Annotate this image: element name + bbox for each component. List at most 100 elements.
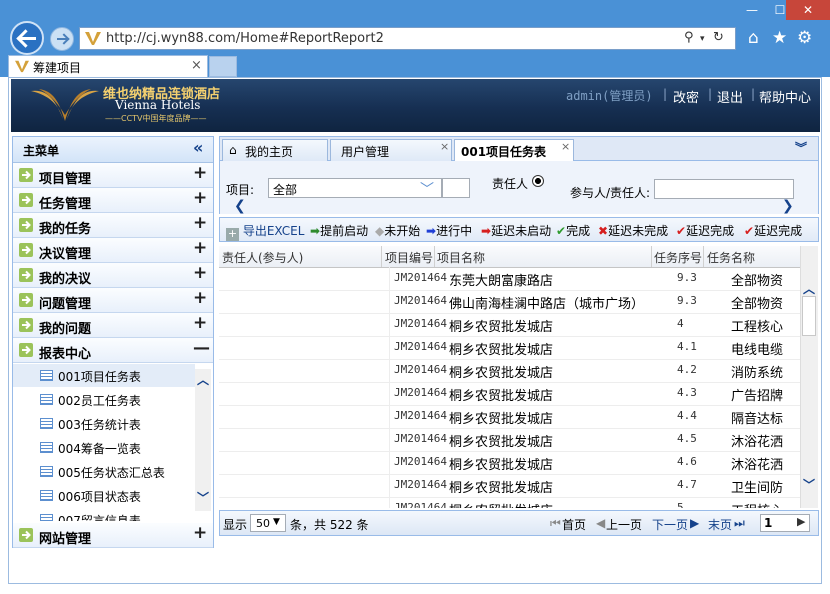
expand-toggle[interactable]: + — [193, 163, 207, 183]
sidebar-item[interactable]: 我的任务 + — [13, 213, 213, 238]
cell-project-code: JM201464 — [394, 386, 447, 399]
sidebar-item[interactable]: 项目管理 + — [13, 163, 213, 188]
submenu-item[interactable]: 003任务统计表 — [13, 412, 195, 435]
table-row[interactable]: JM201464 佛山南海桂澜中路店（城市广场） 9.3 全部物资 — [219, 290, 800, 314]
dropdown-icon[interactable]: ▾ — [700, 34, 705, 44]
submenu-item[interactable]: 001项目任务表 — [13, 364, 195, 387]
cell-project-code: JM201464 — [394, 501, 447, 508]
submenu-item[interactable]: 002员工任务表 — [13, 388, 195, 411]
scroll-down-icon[interactable]: ﹀ — [197, 489, 209, 506]
status-label: 延迟未完成 — [608, 224, 669, 238]
tab-list-dropdown-icon[interactable]: ︾ — [795, 139, 807, 156]
back-button[interactable] — [10, 21, 44, 55]
tab-user-management[interactable]: 用户管理 × — [330, 139, 452, 161]
scroll-up-icon[interactable]: ︿ — [197, 371, 209, 388]
change-password-link[interactable]: 改密 — [673, 87, 699, 106]
expand-toggle[interactable]: + — [193, 263, 207, 283]
status-legend-item: ✔延迟完成 — [676, 222, 734, 239]
go-page-icon[interactable]: ▶ — [797, 515, 805, 528]
grid-scrollbar[interactable]: ︿ ﹀ — [800, 246, 818, 508]
expand-toggle[interactable]: — — [193, 338, 210, 358]
page-number-input[interactable]: 1 ▶ — [760, 514, 810, 532]
tab-close-icon[interactable]: × — [440, 140, 449, 153]
table-row[interactable]: JM201464 桐乡农贸批发城店 4 工程核心 — [219, 313, 800, 337]
scroll-right-icon[interactable]: ❯ — [782, 198, 794, 214]
submenu-item[interactable]: 007留言信息表 — [13, 508, 195, 521]
scroll-up-icon[interactable]: ︿ — [803, 280, 815, 297]
tab-my-home[interactable]: ⌂ 我的主页 — [222, 139, 328, 161]
column-header-task-seq[interactable]: 任务序号 — [654, 249, 702, 266]
submenu-item-label: 001项目任务表 — [58, 370, 141, 384]
minimize-button[interactable]: — — [738, 0, 766, 20]
table-row[interactable]: JM201464 桐乡农贸批发城店 4.6 沐浴花洒 — [219, 451, 800, 475]
browser-tab[interactable]: 筹建项目 × — [8, 55, 208, 77]
expand-toggle[interactable]: + — [193, 238, 207, 258]
expand-toggle[interactable]: + — [193, 313, 207, 333]
logout-link[interactable]: 退出 — [717, 87, 743, 106]
export-excel-button[interactable]: + 导出EXCEL — [226, 222, 304, 241]
sidebar-item[interactable]: 我的问题 + — [13, 313, 213, 338]
column-header-project-name[interactable]: 项目名称 — [437, 249, 485, 266]
tab-close-button[interactable]: × — [191, 58, 202, 73]
expand-toggle[interactable]: + — [193, 288, 207, 308]
favorites-icon[interactable]: ★ — [772, 28, 787, 48]
page-size-select[interactable]: 50 ▼ — [250, 514, 286, 532]
responsible-radio[interactable] — [532, 175, 544, 187]
table-row[interactable]: JM201464 东莞大朗富康路店 9.3 全部物资 — [219, 267, 800, 291]
sidebar-item[interactable]: 报表中心 — — [13, 338, 213, 363]
submenu-item[interactable]: 005任务状态汇总表 — [13, 460, 195, 483]
search-icon[interactable]: ⚲ — [684, 30, 694, 45]
close-window-button[interactable]: ✕ — [786, 0, 830, 20]
submenu-item[interactable]: 004筹备一览表 — [13, 436, 195, 459]
submenu-scrollbar[interactable]: ︿ ﹀ — [195, 369, 211, 511]
help-center-link[interactable]: 帮助中心 — [759, 87, 811, 106]
address-bar[interactable]: http://cj.wyn88.com/Home#ReportReport2 ⚲… — [79, 27, 736, 50]
column-header-project-code[interactable]: 项目编号 — [385, 249, 433, 266]
table-row[interactable]: JM201464 桐乡农贸批发城店 4.7 卫生间防 — [219, 474, 800, 498]
first-page-button[interactable]: 首页 — [562, 516, 586, 533]
scrollbar-thumb[interactable] — [802, 296, 816, 336]
scroll-left-icon[interactable]: ❮ — [234, 198, 246, 214]
status-legend-item: ➡延迟未启动 — [481, 222, 551, 239]
last-page-button[interactable]: 末页 — [708, 516, 732, 533]
tab-project-task-report[interactable]: 001项目任务表 × — [454, 139, 574, 161]
table-row[interactable]: JM201464 桐乡农贸批发城店 4.3 广告招牌 — [219, 382, 800, 406]
last-page-icon[interactable]: ⏭ — [734, 516, 745, 531]
sidebar-item[interactable]: 我的决议 + — [13, 263, 213, 288]
column-header-responsible[interactable]: 责任人(参与人) — [222, 249, 303, 266]
prev-page-button[interactable]: 上一页 — [606, 516, 642, 533]
new-tab-button[interactable] — [209, 56, 237, 77]
menu-arrow-icon — [19, 243, 33, 257]
table-row[interactable]: JM201464 桐乡农贸批发城店 4.1 电线电缆 — [219, 336, 800, 360]
sidebar-item[interactable]: 任务管理 + — [13, 188, 213, 213]
home-icon[interactable]: ⌂ — [748, 28, 759, 48]
expand-toggle[interactable]: + — [193, 523, 207, 543]
cell-project-name: 佛山南海桂澜中路店（城市广场） — [449, 297, 645, 312]
submenu-item[interactable]: 006项目状态表 — [13, 484, 195, 507]
sidebar-item[interactable]: 决议管理 + — [13, 238, 213, 263]
table-row[interactable]: JM201464桐乡农贸批发城店 5 工程核心 — [219, 497, 800, 508]
project-select[interactable]: 全部 ﹀ — [268, 178, 442, 198]
refresh-icon[interactable]: ↻ — [713, 30, 724, 45]
current-user[interactable]: admin(管理员) — [566, 87, 653, 104]
table-row[interactable]: JM201464 桐乡农贸批发城店 4.5 沐浴花洒 — [219, 428, 800, 452]
next-page-icon[interactable]: ▶ — [690, 516, 699, 530]
project-select-extra[interactable] — [442, 178, 470, 198]
sidebar-collapse-button[interactable]: « — [193, 138, 203, 157]
tab-close-icon[interactable]: × — [561, 140, 570, 153]
table-row[interactable]: JM201464 桐乡农贸批发城店 4.2 消防系统 — [219, 359, 800, 383]
forward-button[interactable] — [50, 27, 74, 51]
column-header-task-name[interactable]: 任务名称 — [707, 249, 755, 266]
settings-icon[interactable]: ⚙ — [797, 28, 812, 48]
participant-input[interactable] — [654, 179, 794, 199]
scroll-down-icon[interactable]: ﹀ — [803, 476, 815, 493]
menu-arrow-icon — [19, 528, 33, 542]
sidebar-title: 主菜单 — [23, 144, 60, 158]
sidebar-item[interactable]: 网站管理 + — [13, 523, 213, 548]
expand-toggle[interactable]: + — [193, 213, 207, 233]
table-row[interactable]: JM201464 桐乡农贸批发城店 4.4 隔音达标 — [219, 405, 800, 429]
page-number-value: 1 — [764, 516, 773, 530]
next-page-button[interactable]: 下一页 — [652, 516, 688, 533]
sidebar-item[interactable]: 问题管理 + — [13, 288, 213, 313]
expand-toggle[interactable]: + — [193, 188, 207, 208]
